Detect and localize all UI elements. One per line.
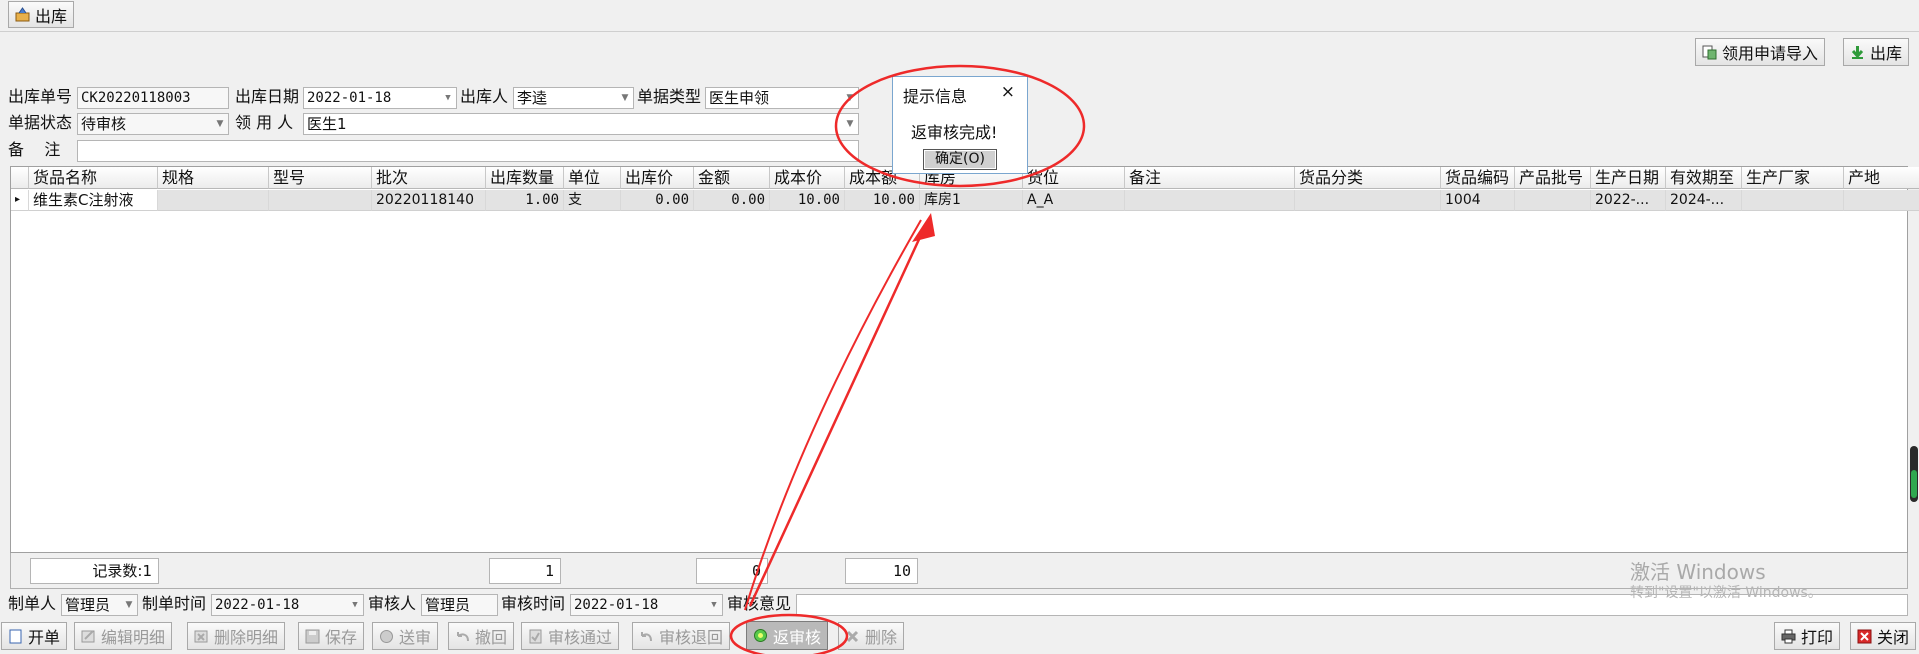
annotation-arrow-line-b	[744, 219, 922, 611]
annotation-circle-dialog	[834, 64, 1086, 188]
annotation-circle-unaudit	[729, 613, 849, 654]
annotation-arrow-line-a	[748, 221, 929, 607]
annotation-arrow-head	[912, 213, 935, 242]
annotation-overlay	[729, 64, 1086, 654]
